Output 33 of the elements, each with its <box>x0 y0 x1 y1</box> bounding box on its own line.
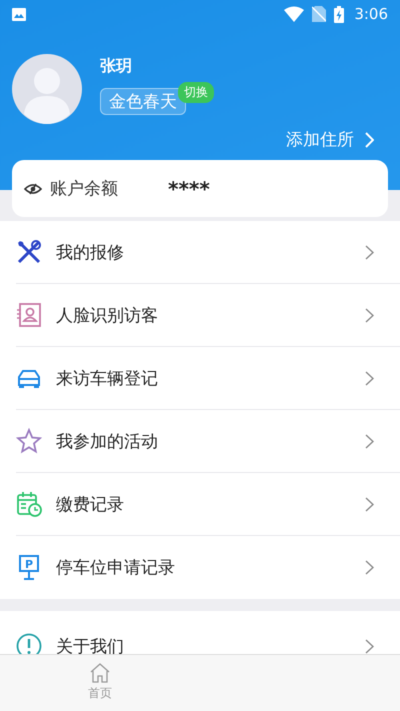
calendar-clock-icon <box>16 491 42 517</box>
tools-icon <box>16 239 42 265</box>
menu-item[interactable]: 我参加的活动 <box>16 410 400 473</box>
menu-item[interactable]: 我的报修 <box>16 221 400 284</box>
chevron-icon <box>364 132 374 148</box>
status-time: 3:06 <box>354 5 388 23</box>
chevron-icon <box>365 638 374 654</box>
gallery-icon <box>12 8 26 20</box>
star-icon <box>16 428 42 454</box>
menu-item[interactable]: P 停车位申请记录 <box>16 536 400 599</box>
hidden-eye-icon <box>24 182 42 194</box>
sign-letter: P <box>24 558 34 570</box>
chevron-icon <box>365 244 374 260</box>
community-tag: 金色春天 <box>100 88 186 115</box>
balance-value: **** <box>168 176 210 200</box>
menu-item[interactable]: 来访车辆登记 <box>16 347 400 410</box>
menu-item[interactable]: 人脸识别访客 <box>16 284 400 347</box>
contact-card-icon <box>16 302 42 328</box>
home-icon <box>89 663 111 683</box>
user-name: 张玥 <box>100 56 133 77</box>
avatar-icon <box>12 54 82 124</box>
chevron-icon <box>365 560 374 575</box>
battery-icon <box>334 6 344 22</box>
wifi-icon <box>284 6 304 22</box>
parking-sign-icon <box>19 554 39 580</box>
menu-item[interactable]: 缴费记录 <box>16 473 400 536</box>
no-sim-icon <box>312 6 326 22</box>
chevron-icon <box>365 308 374 322</box>
balance-label: 账户余额 <box>50 178 118 200</box>
chevron-icon <box>365 496 374 512</box>
chevron-icon <box>365 434 374 448</box>
info-icon <box>16 633 42 654</box>
chevron-icon <box>365 370 374 386</box>
